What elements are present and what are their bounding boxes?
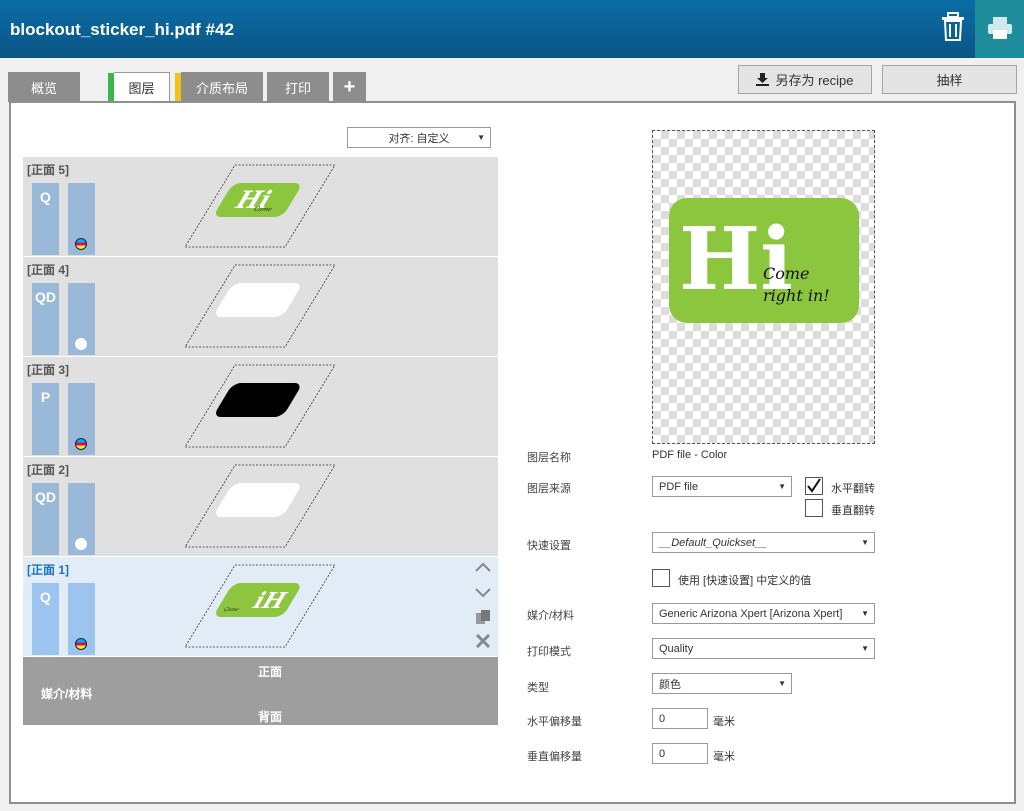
v-offset-label: 垂直偏移量: [527, 751, 582, 763]
white-ink-icon: [75, 538, 87, 550]
type-select[interactable]: 颜色 ▼: [652, 673, 792, 694]
flip-horizontal-checkbox[interactable]: [805, 477, 823, 495]
print-mode-select[interactable]: Quality ▼: [652, 638, 875, 659]
save-as-recipe-button[interactable]: 另存为 recipe: [738, 65, 872, 94]
job-title: blockout_sticker_hi.pdf #42: [10, 20, 234, 39]
svg-text:right in!: right in!: [763, 286, 830, 305]
media-select[interactable]: Generic Arizona Xpert [Arizona Xpert] ▼: [652, 603, 875, 624]
layer-label: [正面 2]: [27, 463, 70, 477]
logo-preview: Hi Come right in!: [669, 198, 859, 323]
quickset-label: 快速设置: [527, 540, 571, 552]
add-tab-button[interactable]: +: [333, 72, 366, 102]
h-offset-input[interactable]: 0: [652, 708, 708, 729]
layer-row[interactable]: [正面 5] Q Hi Come: [23, 157, 498, 256]
plus-icon: +: [343, 75, 356, 98]
copy-icon[interactable]: [475, 609, 491, 625]
layer-list: [正面 5] Q Hi Come [正面 4] QD [正面 3] P [正面 …: [23, 157, 498, 727]
chevron-down-icon: ▼: [861, 644, 869, 653]
header-bar: blockout_sticker_hi.pdf #42: [0, 0, 1024, 58]
layer-thumbnail: [184, 464, 336, 548]
tab-print[interactable]: 打印: [267, 72, 329, 102]
use-quickset-checkbox[interactable]: [652, 569, 670, 587]
chevron-down-icon: ▼: [477, 133, 485, 142]
download-icon: [756, 73, 770, 86]
white-ink-icon: [75, 338, 87, 350]
tab-media-layout[interactable]: 介质布局: [181, 72, 263, 102]
layer-source-select[interactable]: PDF file ▼: [652, 476, 792, 497]
cmyk-ink-icon: [75, 438, 87, 450]
h-offset-label: 水平偏移量: [527, 716, 582, 728]
layer-thumbnail: iH Come: [184, 564, 336, 648]
chevron-down-icon: ▼: [861, 609, 869, 618]
layer-label: [正面 1]: [27, 563, 70, 577]
layer-preview: Hi Come right in!: [652, 130, 875, 444]
media-label: 媒介/材料: [527, 610, 575, 622]
quickset-select[interactable]: __Default_Quickset__ ▼: [652, 532, 875, 553]
chevron-down-icon: ▼: [778, 679, 786, 688]
checkmark-icon: [807, 478, 821, 493]
flip-horizontal-label: 水平翻转: [831, 483, 875, 495]
layer-label: [正面 3]: [27, 363, 70, 377]
flip-vertical-checkbox[interactable]: [805, 499, 823, 517]
delete-icon[interactable]: [475, 633, 491, 649]
ink-column: [68, 183, 95, 255]
ink-column: [68, 383, 95, 455]
sample-button[interactable]: 抽样: [882, 65, 1017, 94]
use-quickset-label: 使用 [快速设置] 中定义的值: [678, 575, 812, 587]
trash-icon[interactable]: [936, 10, 970, 44]
layer-name-label: 图层名称: [527, 452, 571, 464]
chevron-down-icon: ▼: [778, 482, 786, 491]
svg-text:Come: Come: [763, 264, 810, 283]
layer-thumbnail: [184, 364, 336, 448]
layer-thumbnail: Hi Come: [184, 164, 336, 248]
front-label: 正面: [258, 665, 283, 679]
ink-column: [68, 283, 95, 355]
chevron-down-icon: ▼: [861, 538, 869, 547]
type-label: 类型: [527, 682, 549, 694]
cmyk-ink-icon: [75, 638, 87, 650]
print-mode-badge: Q: [32, 183, 59, 255]
flip-vertical-label: 垂直翻转: [831, 505, 875, 517]
align-select[interactable]: 对齐: 自定义 ▼: [347, 127, 491, 148]
print-mode-badge: P: [32, 383, 59, 455]
ink-column: [68, 583, 95, 655]
print-mode-badge: QD: [32, 483, 59, 555]
layer-label: [正面 5]: [27, 163, 70, 177]
tab-layers[interactable]: 图层: [114, 72, 170, 102]
print-mode-badge: Q: [32, 583, 59, 655]
move-down-icon[interactable]: [475, 587, 491, 599]
layer-row[interactable]: [正面 4] QD: [23, 257, 498, 356]
v-offset-unit: 毫米: [713, 751, 735, 763]
h-offset-unit: 毫米: [713, 716, 735, 728]
layer-name-value: PDF file - Color: [652, 449, 728, 461]
layer-source-label: 图层来源: [527, 483, 571, 495]
move-up-icon[interactable]: [475, 561, 491, 573]
print-mode-badge: QD: [32, 283, 59, 355]
media-label: 媒介/材料: [41, 687, 93, 701]
ink-column: [68, 483, 95, 555]
layer-row-selected[interactable]: [正面 1] Q iH Come: [23, 557, 498, 656]
print-mode-label: 打印模式: [527, 646, 571, 658]
layer-row[interactable]: [正面 3] P: [23, 357, 498, 456]
v-offset-input[interactable]: 0: [652, 743, 708, 764]
layer-label: [正面 4]: [27, 263, 70, 277]
layer-summary: 正面 媒介/材料 背面: [23, 657, 498, 725]
print-button[interactable]: [975, 0, 1024, 58]
layer-thumbnail: [184, 264, 336, 348]
layer-row[interactable]: [正面 2] QD: [23, 457, 498, 556]
back-label: 背面: [258, 710, 283, 724]
cmyk-ink-icon: [75, 238, 87, 250]
tab-overview[interactable]: 概览: [8, 72, 80, 102]
printer-icon: [988, 17, 1012, 39]
